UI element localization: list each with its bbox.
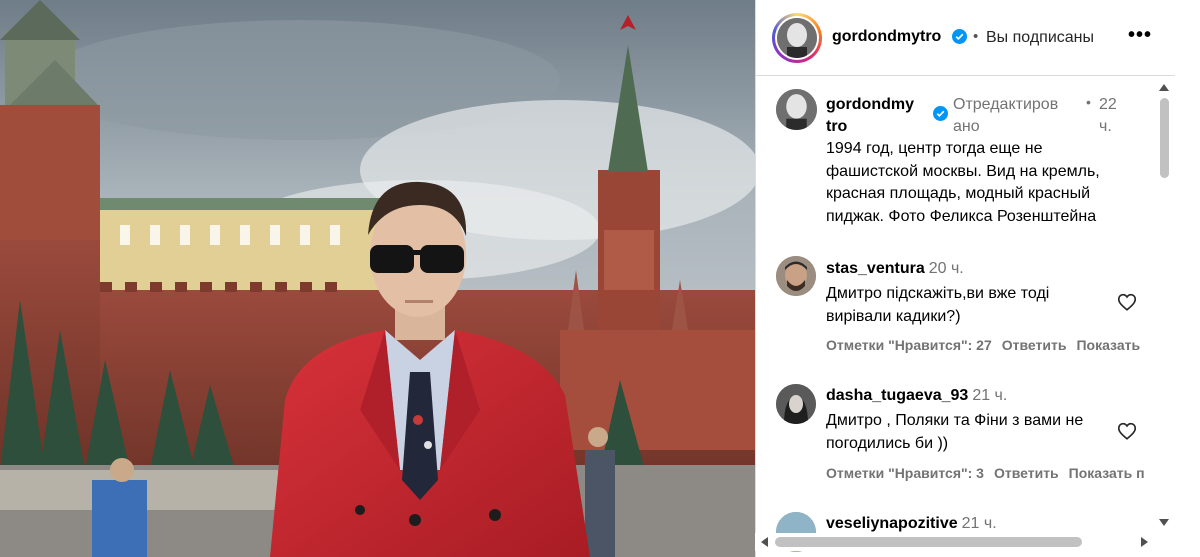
comment-text: Дмитро підскажіть,ви вже тоді вирівали к… xyxy=(826,285,1050,325)
scroll-left-arrow-icon[interactable] xyxy=(761,537,768,547)
scroll-up-arrow-icon[interactable] xyxy=(1159,84,1169,91)
show-translation-button[interactable]: Показать п xyxy=(1069,465,1145,481)
edited-label: Отредактировано xyxy=(953,96,1059,135)
comments-horizontal-scrollbar[interactable] xyxy=(755,533,1155,551)
caption-timestamp[interactable]: 22 ч. xyxy=(1099,94,1125,138)
comment-timestamp[interactable]: 20 ч. xyxy=(929,260,964,277)
comment-username[interactable]: veseliynapozitive xyxy=(826,515,958,532)
scroll-right-arrow-icon[interactable] xyxy=(1141,537,1148,547)
photo-image xyxy=(0,0,755,557)
avatar xyxy=(777,18,817,58)
comment-avatar[interactable] xyxy=(776,256,816,296)
like-heart-icon[interactable] xyxy=(1116,291,1138,313)
comments-vertical-scrollbar[interactable] xyxy=(1154,76,1175,536)
comment-likes-count[interactable]: Отметки "Нравится": 3 xyxy=(826,465,984,481)
comment-timestamp[interactable]: 21 ч. xyxy=(972,387,1007,404)
verified-badge-icon xyxy=(933,106,948,124)
post-side-panel: gordondmytro • Вы подписаны ••• gordondm… xyxy=(755,0,1176,557)
author-avatar-story-ring[interactable] xyxy=(772,13,822,63)
comment-timestamp[interactable]: 21 ч. xyxy=(962,515,997,532)
show-translation-button[interactable]: Показать xyxy=(1076,337,1140,353)
comment-avatar[interactable] xyxy=(776,384,816,424)
reply-button[interactable]: Ответить xyxy=(1002,337,1067,353)
comment-username-link[interactable]: stas_ventura 20 ч. xyxy=(826,260,964,278)
follow-status-button[interactable]: Вы подписаны xyxy=(986,29,1094,47)
post-header: gordondmytro • Вы подписаны ••• xyxy=(756,0,1176,76)
comment-text: Дмитро , Поляки та Фіни з вами не погоди… xyxy=(826,412,1084,452)
comment-username-link[interactable]: veseliynapozitive 21 ч. xyxy=(826,515,997,533)
comment-likes-count[interactable]: Отметки "Нравится": 27 xyxy=(826,337,992,353)
comment-username[interactable]: stas_ventura xyxy=(826,260,925,277)
post-photo[interactable] xyxy=(0,0,755,557)
header-username-link[interactable]: gordondmytro xyxy=(832,28,941,46)
caption-username-link[interactable]: gordondmytro xyxy=(826,94,916,138)
instagram-post-view: gordondmytro • Вы подписаны ••• gordondm… xyxy=(0,0,1200,557)
like-heart-icon[interactable] xyxy=(1116,420,1138,442)
reply-button[interactable]: Ответить xyxy=(994,465,1059,481)
comment-actions: Отметки "Нравится": 27 Ответить Показать xyxy=(826,337,1156,357)
scrollbar-thumb[interactable] xyxy=(775,537,1082,547)
scroll-down-arrow-icon[interactable] xyxy=(1159,519,1169,526)
caption-avatar[interactable] xyxy=(776,89,817,130)
caption-separator: • xyxy=(1086,94,1091,110)
comment-username[interactable]: dasha_tugaeva_93 xyxy=(826,387,968,404)
verified-badge-icon xyxy=(952,29,967,47)
header-separator: • xyxy=(973,28,979,45)
comment-actions: Отметки "Нравится": 3 Ответить Показать п xyxy=(826,465,1156,485)
page-margin xyxy=(1175,0,1200,557)
scrollbar-thumb[interactable] xyxy=(1160,98,1169,178)
caption-text: 1994 год, центр тогда еще не фашистской … xyxy=(826,140,1100,225)
comment-username-link[interactable]: dasha_tugaeva_93 21 ч. xyxy=(826,387,1007,405)
more-options-icon[interactable]: ••• xyxy=(1128,25,1152,45)
